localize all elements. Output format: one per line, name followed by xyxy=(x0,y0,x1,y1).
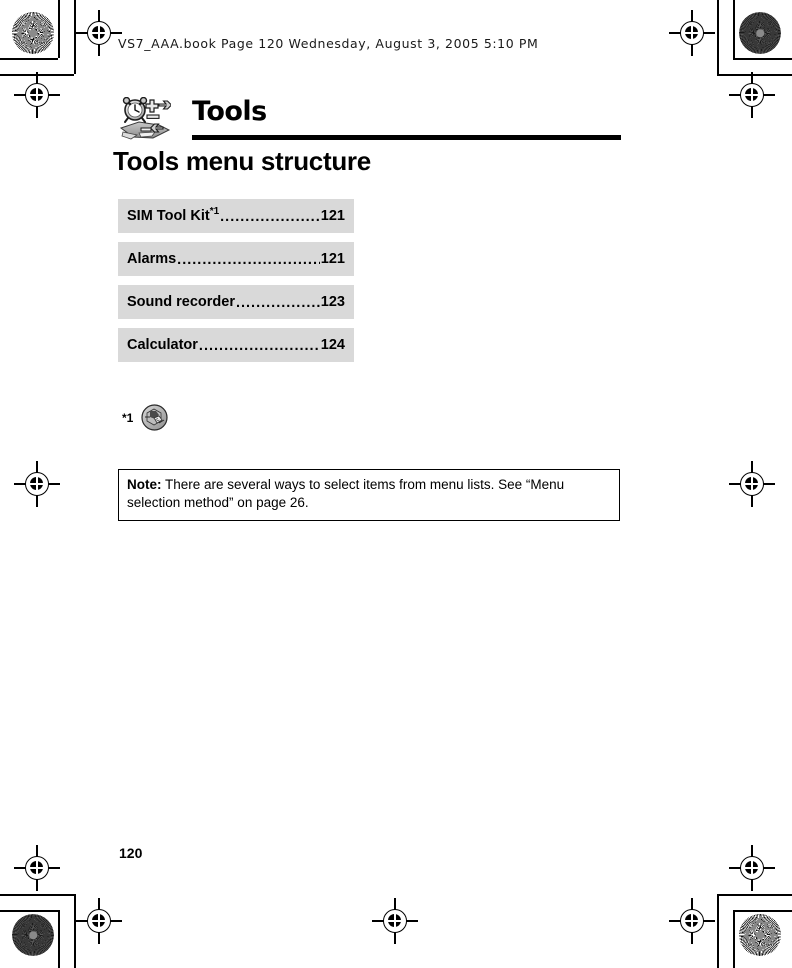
menu-item-page: 121 xyxy=(320,251,345,267)
section-title: Tools menu structure xyxy=(113,146,371,176)
bullseye-notch xyxy=(691,914,693,927)
tools-chapter-icon xyxy=(119,96,173,142)
bullseye-notch xyxy=(394,914,396,927)
bullseye-notch xyxy=(751,88,753,101)
bullseye-notch xyxy=(36,88,38,101)
menu-item-label: Calculator xyxy=(127,337,198,353)
registration-bullseye-bottom-left-lower xyxy=(76,898,122,944)
registration-rosette-bottom-right xyxy=(739,914,781,956)
registration-bullseye-bottom-left xyxy=(14,845,60,891)
footnote-legend: *1 xyxy=(122,404,168,431)
rosette-core xyxy=(29,29,37,37)
footnote-marker: *1 xyxy=(209,206,220,218)
registration-bullseye-right-middle xyxy=(729,461,775,507)
tools-menu-structure-table: SIM Tool Kit*1 .........................… xyxy=(118,199,354,371)
crop-mark-bottom-left-inner-horizontal xyxy=(0,894,74,896)
page-title: Tools xyxy=(192,96,267,127)
bullseye-notch xyxy=(36,477,38,490)
bullseye-notch xyxy=(98,26,100,39)
rosette-core xyxy=(29,931,37,939)
crop-mark-bottom-right-inner-horizontal xyxy=(717,894,792,896)
registration-bullseye-bottom-center xyxy=(372,898,418,944)
leader-dots: ........................................… xyxy=(177,252,320,268)
rosette-core xyxy=(756,931,764,939)
crop-mark-top-left-vertical xyxy=(58,0,60,58)
rosette-core xyxy=(756,29,764,37)
registration-bullseye-bottom-right xyxy=(729,845,775,891)
menu-item-page: 121 xyxy=(320,208,345,224)
bullseye-notch xyxy=(691,26,693,39)
bullseye-notch xyxy=(751,477,753,490)
sim-card-badge-icon xyxy=(141,404,168,431)
table-row[interactable]: SIM Tool Kit*1 .........................… xyxy=(118,199,354,233)
bullseye-notch xyxy=(751,861,753,874)
leader-dots: ........................................… xyxy=(235,295,320,311)
crop-mark-bottom-left-horizontal xyxy=(0,910,58,912)
note-text: There are several ways to select items f… xyxy=(127,477,565,511)
menu-item-label: SIM Tool Kit*1 xyxy=(127,206,220,224)
running-header: VS7_AAA.book Page 120 Wednesday, August … xyxy=(118,36,539,51)
crop-mark-top-right-vertical xyxy=(733,0,735,58)
table-row[interactable]: Calculator .............................… xyxy=(118,328,354,362)
crop-mark-top-right-horizontal xyxy=(733,58,792,60)
registration-bullseye-bottom-right-lower xyxy=(669,898,715,944)
registration-rosette-top-right xyxy=(739,12,781,54)
footnote-marker: *1 xyxy=(122,410,134,425)
registration-rosette-bottom-left xyxy=(12,914,54,956)
registration-bullseye-left-middle xyxy=(14,461,60,507)
registration-bullseye-top-right-lower xyxy=(729,72,775,118)
crop-mark-bottom-right-vertical xyxy=(733,910,735,968)
menu-item-page: 124 xyxy=(320,337,345,353)
crop-mark-bottom-right-inner-vertical xyxy=(717,894,719,968)
registration-bullseye-top-right xyxy=(669,10,715,56)
chapter-title-rule xyxy=(192,135,621,140)
table-row[interactable]: Sound recorder .........................… xyxy=(118,285,354,319)
crop-mark-bottom-right-horizontal xyxy=(733,910,792,912)
note-label: Note: xyxy=(127,477,162,492)
menu-item-label: Sound recorder xyxy=(127,294,235,310)
leader-dots: ........................................… xyxy=(198,338,320,354)
registration-bullseye-top-left xyxy=(76,10,122,56)
bullseye-notch xyxy=(36,861,38,874)
page-number: 120 xyxy=(119,845,143,861)
crop-mark-top-left-horizontal xyxy=(0,58,58,60)
table-row[interactable]: Alarms .................................… xyxy=(118,242,354,276)
bullseye-notch xyxy=(98,914,100,927)
leader-dots: ........................................… xyxy=(220,209,320,225)
crop-mark-bottom-left-vertical xyxy=(58,910,60,968)
crop-mark-top-right-inner-vertical xyxy=(717,0,719,74)
note-box: Note: There are several ways to select i… xyxy=(118,469,620,522)
registration-bullseye-top-left-lower xyxy=(14,72,60,118)
registration-rosette-top-left xyxy=(12,12,54,54)
menu-item-label: Alarms xyxy=(127,251,177,267)
menu-item-page: 123 xyxy=(320,294,345,310)
